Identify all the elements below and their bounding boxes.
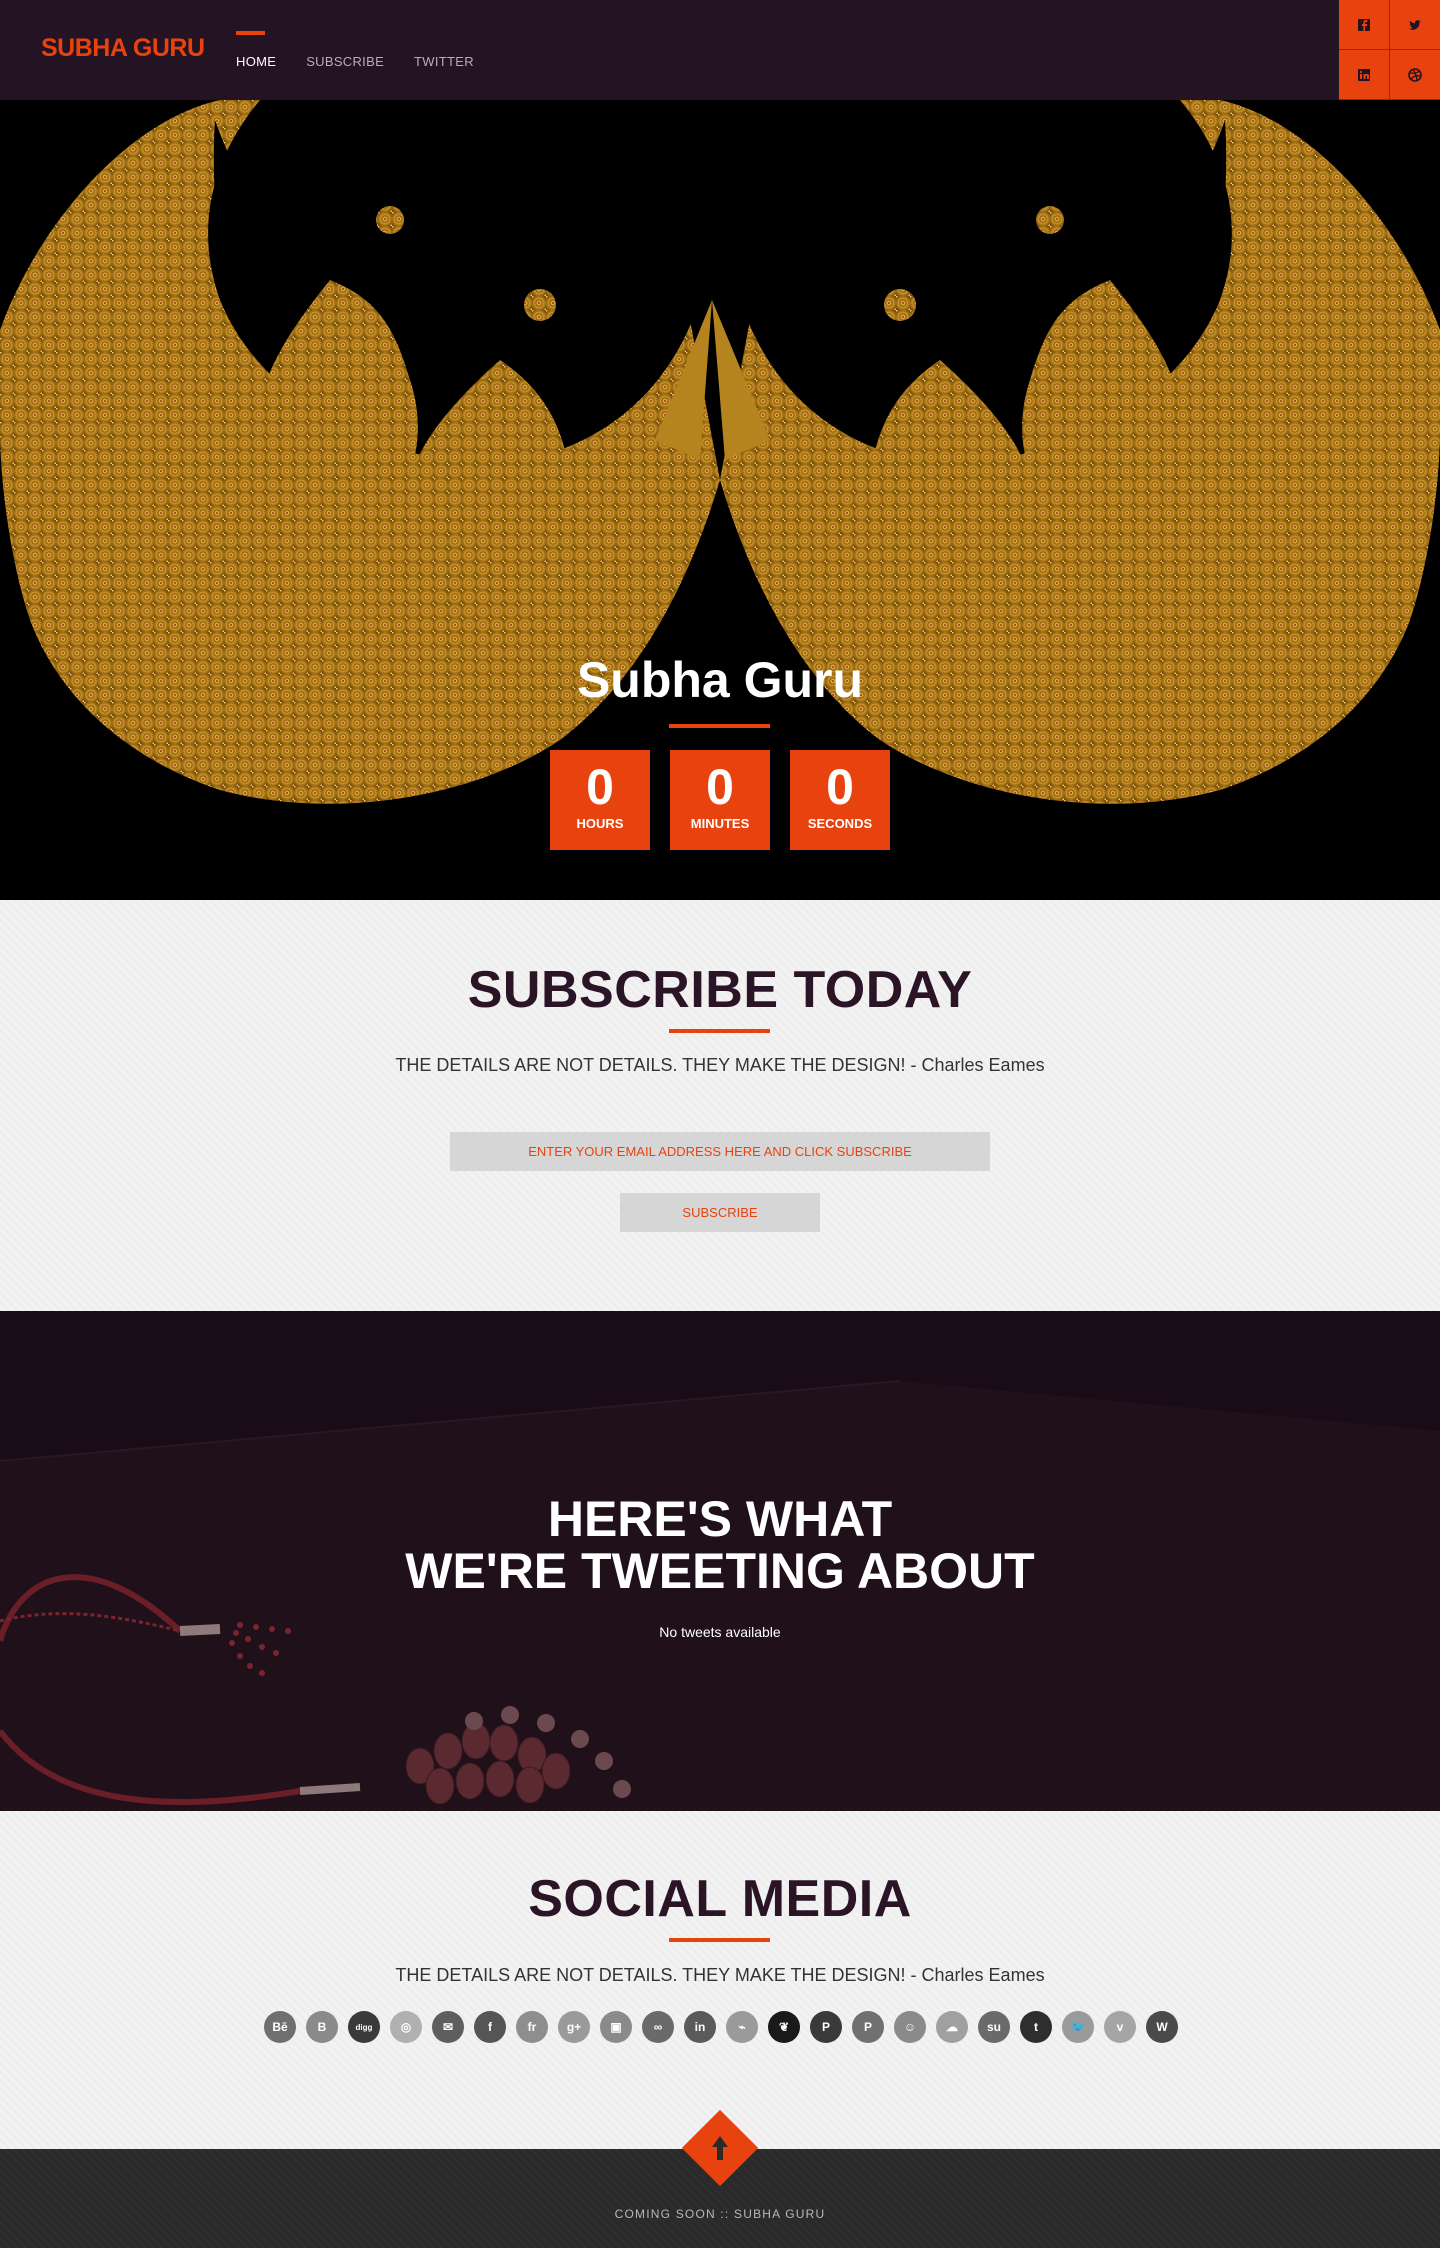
countdown-hours-label: HOURS [576,816,624,831]
countdown-hours-value: 0 [586,759,614,815]
main-nav: HOME SUBSCRIBE TWITTER [236,0,474,100]
hero-title: Subha Guru [576,652,864,708]
pinterest-icon[interactable]: P [852,2011,884,2043]
header-social-links [1339,0,1440,100]
reddit-icon[interactable]: ☺ [894,2011,926,2043]
tweets-empty-message: No tweets available [659,1624,781,1640]
countdown-minutes-value: 0 [706,759,734,815]
subscribe-quote: THE DETAILS ARE NOT DETAILS. THEY MAKE T… [395,1055,1045,1075]
subscribe-title: SUBSCRIBE TODAY [467,961,973,1019]
tweets-title-line2: WE'RE TWEETING ABOUT [405,1543,1035,1599]
twitter-icon[interactable]: 🐦 [1062,2011,1094,2043]
countdown-seconds-value: 0 [826,759,854,815]
arrow-up-icon[interactable] [700,2128,740,2168]
social-icons-row: Bē Bdigg ◎ ✉ f fr g+ ▣ ∞ in ⌁ ❦ P P ☺ ☁ su t 🐦 v W [264,2011,1178,2043]
footer-text: COMING SOON :: SUBHA GURU [614,2207,826,2221]
hero-title-underline [669,724,770,728]
tweets-section: HERE'S WHAT WE'RE TWEETING ABOUT No twee… [0,1311,1440,1811]
tweets-title: HERE'S WHAT WE'RE TWEETING ABOUT [0,1493,1440,1597]
countdown-hours: 0 HOURS [550,750,650,850]
googleplus-icon[interactable]: g+ [558,2011,590,2043]
twitter-icon[interactable] [1390,0,1440,49]
paypal-icon[interactable]: P [810,2011,842,2043]
instagram-icon[interactable]: ▣ [600,2011,632,2043]
evernote-icon[interactable]: ❦ [768,2011,800,2043]
facebook-icon[interactable] [1339,0,1389,49]
subscribe-section: SUBSCRIBE TODAY THE DETAILS ARE NOT DETA… [0,900,1440,1311]
linkedin-icon[interactable]: in [684,2011,716,2043]
paperclip-icon[interactable]: ⌁ [726,2011,758,2043]
wordpress-icon[interactable]: W [1146,2011,1178,2043]
facebook-icon[interactable]: f [474,2011,506,2043]
social-media-title-underline [669,1938,770,1942]
behance-icon[interactable]: Bē [264,2011,296,2043]
email-input[interactable] [450,1132,990,1171]
dribbble-icon[interactable] [1390,50,1440,99]
social-media-quote: THE DETAILS ARE NOT DETAILS. THEY MAKE T… [395,1965,1045,1985]
site-header: SUBHA GURU HOME SUBSCRIBE TWITTER [0,0,1440,100]
lastfm-icon[interactable]: ∞ [642,2011,674,2043]
nav-subscribe[interactable]: SUBSCRIBE [306,0,384,100]
countdown-timer: 0 HOURS 0 MINUTES 0 SECONDS [550,750,890,850]
blogger-icon[interactable]: B [306,2011,338,2043]
dribbble-icon[interactable]: ◎ [390,2011,422,2043]
subscribe-title-underline [669,1029,770,1033]
linkedin-icon[interactable] [1339,50,1389,99]
countdown-minutes-label: MINUTES [690,816,750,831]
email-icon[interactable]: ✉ [432,2011,464,2043]
digg-icon[interactable]: digg [348,2011,380,2043]
nav-twitter[interactable]: TWITTER [414,0,474,100]
tumblr-icon[interactable]: t [1020,2011,1052,2043]
subscribe-button[interactable]: SUBSCRIBE [620,1193,820,1232]
site-logo[interactable]: SUBHA GURU [41,34,205,63]
flickr-icon[interactable]: fr [516,2011,548,2043]
stumbleupon-icon[interactable]: su [978,2011,1010,2043]
soundcloud-icon[interactable]: ☁ [936,2011,968,2043]
countdown-minutes: 0 MINUTES [670,750,770,850]
hero-section: Subha Guru 0 HOURS 0 MINUTES 0 SECONDS [0,100,1440,900]
countdown-seconds: 0 SECONDS [790,750,890,850]
vimeo-icon[interactable]: v [1104,2011,1136,2043]
countdown-seconds-label: SECONDS [807,816,873,831]
tweets-title-line1: HERE'S WHAT [547,1491,893,1547]
social-media-title: SOCIAL MEDIA [528,1870,912,1928]
social-media-section: SOCIAL MEDIA THE DETAILS ARE NOT DETAILS… [0,1811,1440,2149]
nav-home[interactable]: HOME [236,0,276,100]
